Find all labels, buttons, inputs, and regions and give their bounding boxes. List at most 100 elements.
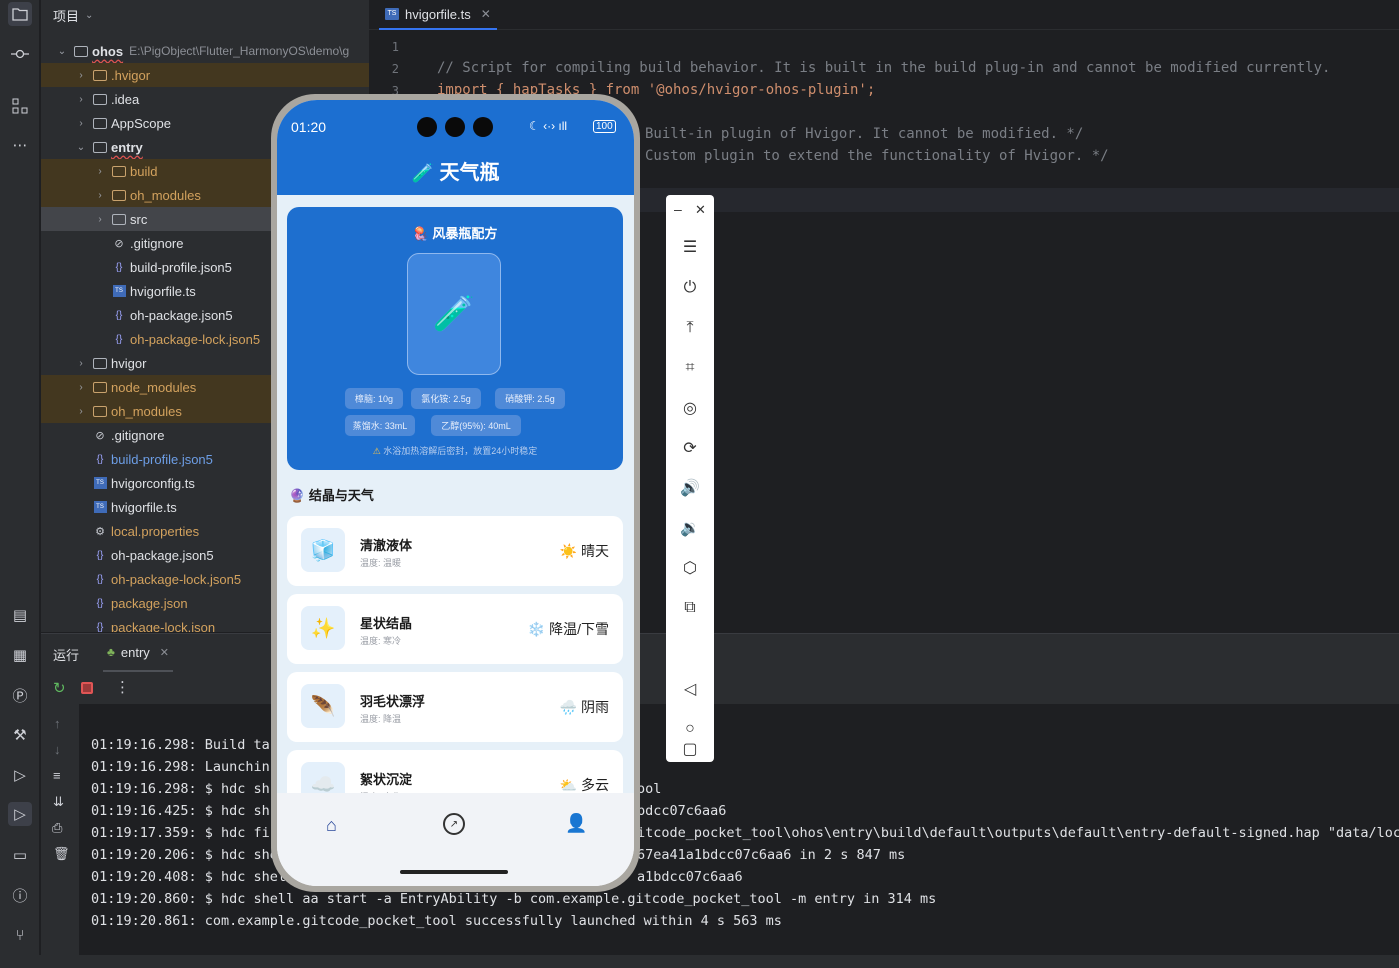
recipe-title: 风暴瓶配方 (432, 226, 498, 241)
more-vertical-icon[interactable]: ⋮ (115, 678, 130, 696)
tree-item-label: node_modules (111, 379, 197, 395)
chevron-right-icon[interactable]: › (93, 190, 107, 201)
menu-icon[interactable]: ☰ (678, 235, 702, 259)
table-icon[interactable]: ▦ (8, 643, 32, 667)
power-icon[interactable]: ⏻ (678, 276, 702, 300)
project-header[interactable]: 项目 ⌄ (41, 0, 369, 30)
weather-text: 阴雨 (581, 699, 609, 715)
home-icon[interactable]: ⌂ (326, 815, 337, 836)
log-line: 01:19:16.298: $ hdc sh (91, 781, 270, 797)
module-folder-icon (92, 140, 108, 154)
bottle-illustration: 🧪 (407, 253, 501, 375)
commit-icon[interactable] (8, 42, 32, 66)
run-icon[interactable]: ▷ (8, 802, 32, 826)
chevron-right-icon[interactable]: › (74, 94, 88, 105)
json-file-icon: {} (115, 309, 123, 321)
terminal-icon[interactable]: ▭ (8, 843, 32, 867)
chevron-right-icon[interactable]: › (93, 214, 107, 225)
scroll-down-icon[interactable]: ↓ (54, 742, 61, 757)
close-tab-icon[interactable]: ✕ (481, 7, 491, 21)
more-icon[interactable]: ⋯ (8, 133, 32, 157)
warning-icon: ⚠ (372, 446, 381, 456)
multi-device-icon[interactable]: ⧉ (678, 596, 702, 620)
services-icon[interactable]: ▷ (8, 763, 32, 787)
home-indicator[interactable] (400, 870, 508, 874)
rotate-icon[interactable]: ⟳ (678, 436, 702, 460)
folder-icon (92, 68, 108, 82)
ingredient-chip: 乙醇(95%): 40mL (431, 415, 521, 436)
weather-card[interactable]: 🪶 羽毛状漂浮 温度: 降温 🌧️ 阴雨 (287, 672, 623, 742)
tree-item-label: package-lock.json (111, 619, 216, 633)
json-file-icon: {} (96, 453, 104, 465)
section-title-row: 🔮 结晶与天气 (289, 485, 374, 504)
log-line-tail: itcode_pocket_tool\ohos\entry\build\defa… (637, 825, 1399, 841)
volume-down-icon[interactable]: 🔉 (678, 516, 702, 540)
scroll-to-end-icon[interactable]: ⇊ (53, 794, 64, 810)
weather-card[interactable]: 🧊 清澈液体 温度: 温暖 ☀️ 晴天 (287, 516, 623, 586)
chevron-right-icon[interactable]: › (74, 406, 88, 417)
log-line: 01:19:20.860: $ hdc shell aa start -a En… (91, 891, 937, 907)
chevron-right-icon[interactable]: › (93, 166, 107, 177)
tab-hvigorfile[interactable]: TS hvigorfile.ts ✕ (379, 0, 497, 30)
ignore-file-icon: ⊘ (95, 429, 105, 442)
folder-icon (92, 404, 108, 418)
volume-up-icon[interactable]: 🔊 (678, 476, 702, 500)
profile-icon[interactable]: 👤 (565, 813, 587, 834)
back-icon[interactable]: ◁ (678, 677, 702, 701)
json-file-icon: {} (96, 597, 104, 609)
weather-text: 多云 (581, 777, 609, 793)
pin-top-icon[interactable]: ⤒ (678, 316, 702, 340)
tree-item-label: hvigorfile.ts (111, 499, 177, 515)
weather-card[interactable]: ✨ 星状结晶 温度: 寒冷 ❄️ 降温/下雪 (287, 594, 623, 664)
code-comment[interactable]: Custom plugin to extend the functionalit… (645, 148, 1109, 164)
code-comment[interactable]: Built-in plugin of Hvigor. It cannot be … (645, 126, 1083, 142)
rerun-icon[interactable]: ↻ (53, 679, 66, 697)
structure-icon[interactable] (8, 94, 32, 118)
tree-item-label: oh_modules (130, 187, 201, 203)
print-icon[interactable]: ⎙ (52, 820, 62, 836)
tree-item-label: .hvigor (111, 67, 151, 83)
fold-icon[interactable]: ⬡ (678, 556, 702, 580)
folder-icon[interactable] (8, 2, 32, 26)
chevron-down-icon[interactable]: ⌄ (55, 46, 69, 57)
soft-wrap-icon[interactable]: ≡ (53, 768, 61, 783)
build-icon[interactable]: ⚒ (8, 723, 32, 747)
folder-icon (92, 356, 108, 370)
stop-icon[interactable] (81, 682, 93, 694)
chevron-right-icon[interactable]: › (74, 118, 88, 129)
tree-item[interactable]: › .hvigor (41, 63, 369, 87)
project-label: 项目 (53, 8, 80, 24)
compass-icon[interactable]: ↗ (443, 813, 465, 835)
git-icon[interactable]: ⑂ (8, 923, 32, 947)
crop-icon[interactable]: ⌗ (678, 356, 702, 380)
trash-icon[interactable]: 🗑 (53, 846, 70, 862)
chevron-right-icon[interactable]: › (74, 70, 88, 81)
tree-item-label: local.properties (111, 523, 200, 539)
tree-item-label: hvigorconfig.ts (111, 475, 195, 491)
problems-icon[interactable]: ⓘ (8, 883, 32, 907)
close-icon[interactable]: ✕ (695, 202, 706, 218)
tree-item[interactable]: ⌄ ohos E:\PigObject\Flutter_HarmonyOS\demo… (41, 39, 369, 63)
line-number: 1 (391, 40, 399, 54)
status-icons: ☾ ‹·› ıll (529, 119, 568, 133)
close-tab-icon[interactable]: ✕ (160, 646, 169, 659)
app-header: 01:20 ☾ ‹·› ıll 100 🧪 天气瓶 (277, 100, 634, 195)
recents-icon[interactable]: ▢ (678, 737, 702, 761)
chevron-down-icon[interactable]: ⌄ (74, 142, 88, 153)
app-title: 天气瓶 (439, 162, 500, 184)
profiler-icon[interactable]: Ⓟ (8, 683, 32, 707)
chevron-right-icon[interactable]: › (74, 358, 88, 369)
todo-icon[interactable]: ▤ (8, 603, 32, 627)
run-tab-entry[interactable]: ♣ entry ✕ (103, 634, 173, 672)
weather-label: ❄️ 降温/下雪 (528, 619, 609, 639)
code-comment[interactable]: // Script for compiling build behavior. … (437, 60, 1330, 76)
chevron-right-icon[interactable]: › (74, 382, 88, 393)
crystal-ball-icon: 🔮 (289, 488, 306, 503)
app-content[interactable]: 🪼 风暴瓶配方 🧪 樟脑: 10g 氯化铵: 2.5g 硝酸钾: 2.5g 蒸馏… (277, 195, 634, 820)
tree-item-label: oh-package.json5 (130, 307, 233, 323)
minimize-icon[interactable]: – (674, 201, 682, 217)
scroll-up-icon[interactable]: ↑ (54, 716, 61, 731)
jellyfish-icon: 🪼 (412, 226, 429, 241)
chevron-down-icon[interactable]: ⌄ (85, 10, 93, 21)
screen-record-icon[interactable]: ◎ (678, 396, 702, 420)
